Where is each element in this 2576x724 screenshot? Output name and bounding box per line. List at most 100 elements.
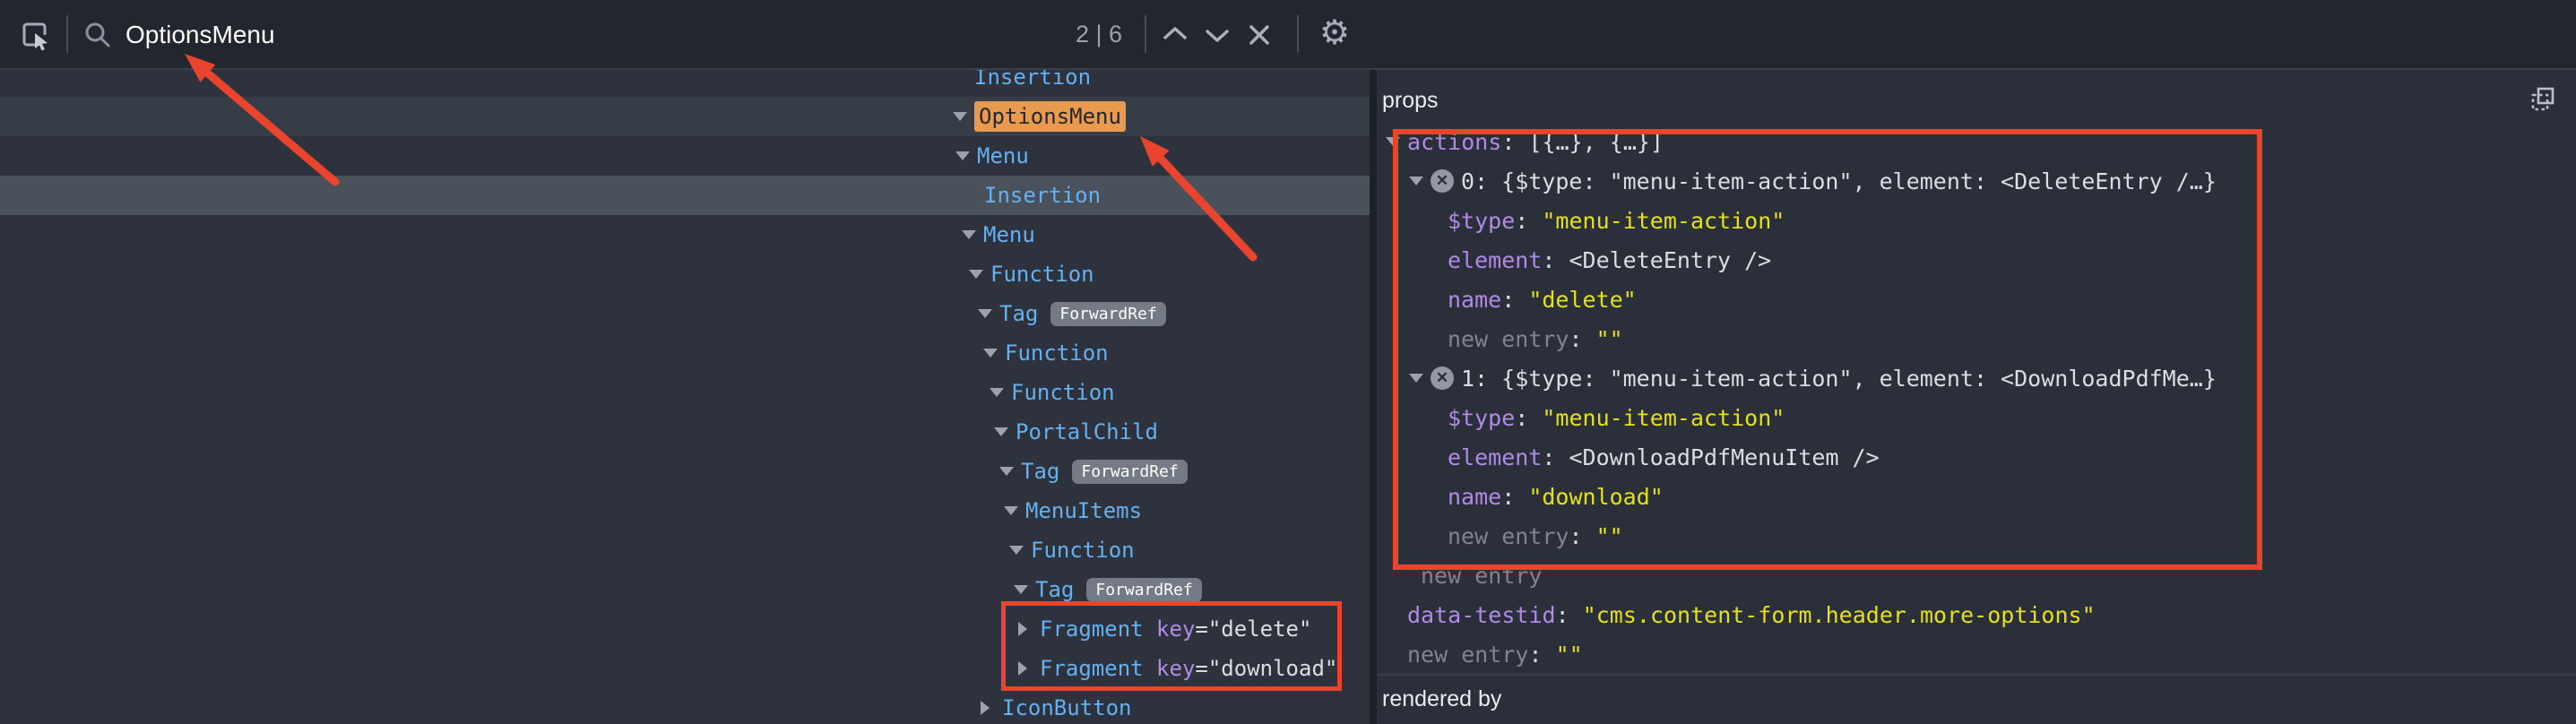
search-icon — [82, 20, 113, 50]
text-segment: Insertion — [974, 70, 1091, 90]
tree-row[interactable]: Menu — [0, 215, 1370, 254]
text-segment: : — [1501, 129, 1528, 155]
inspector-panel: OptionsMenu — [1377, 0, 2576, 724]
chevron-right-icon[interactable] — [981, 701, 1002, 715]
chevron-down-icon[interactable] — [983, 349, 1005, 358]
chevron-down-icon[interactable] — [994, 427, 1016, 436]
prop-row[interactable]: name: "delete" — [1377, 280, 2576, 319]
remove-entry-icon[interactable]: ✕ — [1431, 169, 1454, 193]
tree-row[interactable]: TagForwardRef — [0, 294, 1370, 333]
tree-row[interactable]: Insertion — [0, 70, 1370, 97]
inspect-element-icon[interactable] — [20, 20, 52, 52]
copy-icon[interactable] — [2529, 86, 2556, 113]
text-segment: {$type: "menu-item-action", element: <De… — [1501, 168, 2217, 194]
chevron-down-icon[interactable] — [999, 467, 1021, 476]
text-segment: 0: — [1461, 168, 1501, 194]
text-segment: $type — [1448, 208, 1515, 234]
search-input[interactable] — [124, 13, 898, 57]
prop-row[interactable]: ✕ 0: {$type: "menu-item-action", element:… — [1377, 161, 2576, 201]
text-segment: Tag — [999, 301, 1038, 326]
prop-row[interactable]: ✕1: {$type: "menu-item-action", element:… — [1377, 358, 2576, 398]
remove-entry-icon[interactable]: ✕ — [1431, 366, 1454, 390]
text-segment: : — [1515, 405, 1542, 431]
section-divider — [1377, 674, 2576, 676]
tree-row[interactable]: Insertion — [0, 176, 1370, 215]
text-segment: new entry — [1421, 563, 1542, 589]
tree-row[interactable]: IconButton — [0, 688, 1370, 724]
text-segment: <DeleteEntry /> — [1569, 247, 1771, 273]
text-segment: : — [1501, 484, 1528, 510]
expander-triangle — [1386, 137, 1400, 146]
text-segment: new entry — [1407, 642, 1528, 668]
text-segment: "" — [1556, 642, 1583, 668]
prop-row[interactable]: actions: [{…}, {…}] — [1377, 122, 2576, 161]
text-segment: actions — [1407, 129, 1501, 155]
clear-search-icon[interactable] — [1248, 23, 1271, 47]
text-segment: data-testid — [1407, 602, 1556, 628]
prop-row[interactable]: new entry: "" — [1377, 634, 2576, 674]
toolbar-divider — [1297, 15, 1299, 53]
chevron-down-icon[interactable] — [1014, 585, 1035, 594]
tree-row[interactable]: Function — [0, 530, 1370, 570]
prop-row[interactable]: $type: "menu-item-action" — [1377, 398, 2576, 437]
expander-triangle — [955, 151, 970, 160]
text-segment — [1144, 616, 1156, 642]
text-segment: : — [1569, 523, 1595, 549]
tree-row[interactable]: TagForwardRef — [0, 452, 1370, 491]
settings-gear-icon[interactable]: ⚙ — [1314, 0, 1355, 68]
prop-row[interactable]: element: <DownloadPdfMenuItem /> — [1377, 437, 2576, 477]
tree-row[interactable]: Fragment key="download" — [0, 649, 1370, 688]
prop-row[interactable]: new entry: "" — [1377, 516, 2576, 556]
next-match-icon[interactable] — [1204, 27, 1231, 45]
text-segment: : — [1569, 326, 1595, 352]
search-match-highlight: OptionsMenu — [974, 101, 1126, 132]
chevron-down-icon[interactable] — [1386, 137, 1407, 146]
forwardref-badge: ForwardRef — [1072, 460, 1187, 484]
prop-row[interactable]: $type: "menu-item-action" — [1377, 201, 2576, 240]
text-segment: Fragment — [1040, 616, 1144, 642]
expander-triangle — [953, 112, 967, 121]
tree-row[interactable]: TagForwardRef — [0, 570, 1370, 609]
tree-row[interactable]: MenuItems — [0, 491, 1370, 530]
chevron-down-icon[interactable] — [953, 112, 974, 121]
prop-row[interactable]: new entry — [1377, 556, 2576, 595]
tree-row[interactable]: Function — [0, 373, 1370, 412]
chevron-down-icon[interactable] — [969, 270, 990, 279]
rendered-by-section-label: rendered by — [1382, 677, 1501, 720]
expander-triangle — [994, 427, 1008, 436]
chevron-down-icon[interactable] — [1409, 177, 1431, 185]
text-segment: : — [1542, 444, 1569, 470]
tree-row[interactable]: Fragment key="delete" — [0, 609, 1370, 649]
text-segment: new entry — [1448, 523, 1569, 549]
chevron-down-icon[interactable] — [1009, 546, 1031, 555]
expander-triangle — [1018, 622, 1027, 636]
text-segment: "delete" — [1528, 287, 1636, 313]
text-segment — [1144, 656, 1156, 681]
chevron-down-icon[interactable] — [1004, 506, 1025, 515]
text-segment: PortalChild — [1016, 419, 1158, 444]
prop-row[interactable]: element: <DeleteEntry /> — [1377, 240, 2576, 280]
search-result-count: 2 | 6 — [1076, 0, 1122, 68]
tree-row[interactable]: Function — [0, 333, 1370, 373]
chevron-right-icon[interactable] — [1018, 622, 1040, 636]
prev-match-icon[interactable] — [1162, 25, 1189, 43]
prop-row[interactable]: name: "download" — [1377, 477, 2576, 516]
tree-row[interactable]: Menu — [0, 136, 1370, 176]
tree-row[interactable]: PortalChild — [0, 412, 1370, 452]
chevron-down-icon[interactable] — [978, 309, 999, 318]
tree-row[interactable]: OptionsMenu — [0, 97, 1370, 136]
text-segment: element — [1448, 444, 1542, 470]
text-segment: $type — [1448, 405, 1515, 431]
text-segment: "download" — [1208, 656, 1338, 681]
chevron-right-icon[interactable] — [1018, 661, 1040, 676]
chevron-down-icon[interactable] — [1409, 374, 1431, 383]
text-segment: element — [1448, 247, 1542, 273]
tree-row[interactable]: Function — [0, 254, 1370, 294]
prop-row[interactable]: data-testid: "cms.content-form.header.mo… — [1377, 595, 2576, 634]
chevron-down-icon[interactable] — [962, 230, 983, 239]
panel-divider[interactable] — [1370, 0, 1377, 724]
prop-row[interactable]: new entry: "" — [1377, 319, 2576, 358]
chevron-down-icon[interactable] — [990, 388, 1011, 397]
chevron-down-icon[interactable] — [955, 151, 977, 160]
text-segment: : — [1501, 287, 1528, 313]
